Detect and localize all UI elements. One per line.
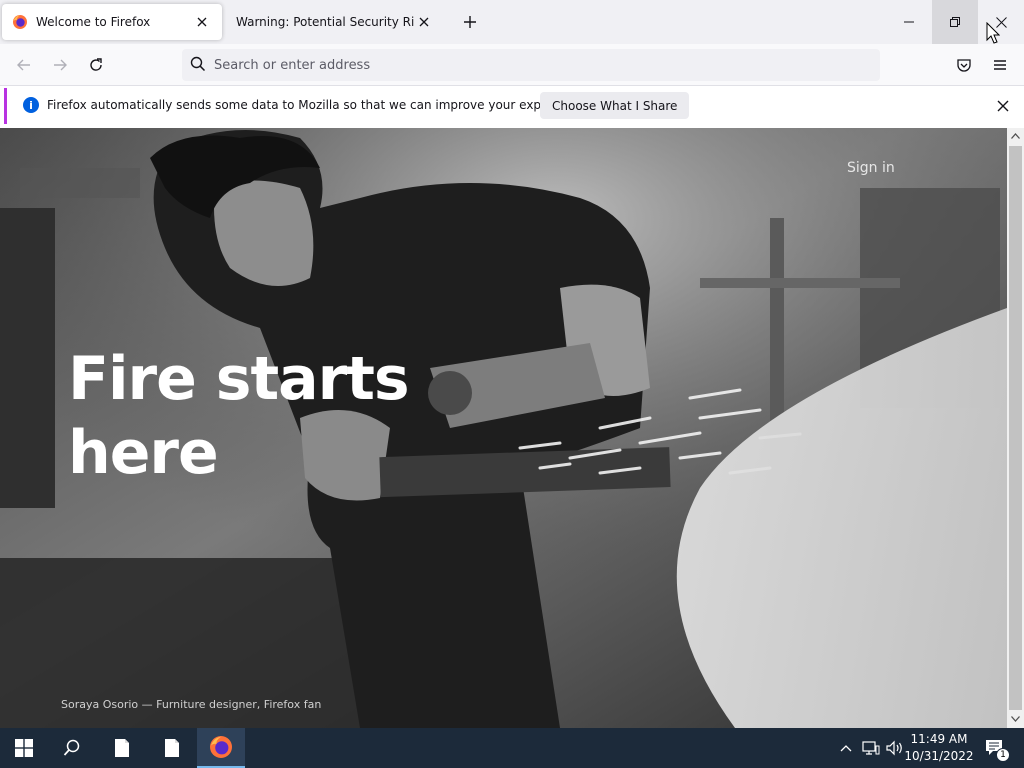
- forward-button[interactable]: [46, 51, 74, 79]
- menu-button[interactable]: [986, 51, 1014, 79]
- search-icon: [63, 739, 80, 756]
- scrollbar-thumb[interactable]: [1009, 146, 1022, 710]
- file-icon: [165, 739, 179, 757]
- clock-date: 10/31/2022: [904, 749, 974, 763]
- network-tray-button[interactable]: [860, 728, 882, 768]
- address-input[interactable]: [214, 57, 854, 73]
- tab-title: Warning: Potential Security Risk Ahead: [236, 15, 414, 29]
- taskbar-file-button[interactable]: [148, 728, 196, 768]
- show-hidden-icons-button[interactable]: [836, 728, 856, 768]
- headline-line-1: Fire starts: [68, 344, 410, 414]
- new-tab-button[interactable]: [458, 10, 482, 34]
- tab-title: Welcome to Firefox: [36, 15, 151, 29]
- scroll-down-arrow-icon[interactable]: [1010, 713, 1021, 725]
- vertical-scrollbar[interactable]: [1007, 128, 1024, 728]
- tab-strip: Welcome to Firefox Warning: Potential Se…: [0, 0, 1024, 44]
- headline-line-2: here: [68, 418, 219, 488]
- action-center-button[interactable]: 1: [980, 728, 1010, 768]
- taskbar-clock[interactable]: 11:49 AM 10/31/2022: [904, 731, 974, 765]
- sign-in-link[interactable]: Sign in: [847, 160, 895, 176]
- scroll-up-arrow-icon[interactable]: [1010, 130, 1021, 142]
- start-button[interactable]: [0, 728, 48, 768]
- page-headline: Fire starts here: [68, 342, 488, 490]
- close-window-button[interactable]: [978, 0, 1024, 44]
- network-icon: [862, 741, 880, 755]
- data-collection-notification: i Firefox automatically sends some data …: [4, 88, 1020, 124]
- choose-what-i-share-button[interactable]: Choose What I Share: [540, 92, 690, 119]
- search-icon: [190, 56, 206, 75]
- taskbar-file-button[interactable]: [98, 728, 146, 768]
- back-button[interactable]: [10, 51, 38, 79]
- windows-logo-icon: [15, 739, 33, 757]
- info-icon: i: [23, 97, 39, 113]
- reload-button[interactable]: [82, 51, 110, 79]
- address-bar[interactable]: [182, 49, 880, 81]
- chevron-up-icon: [840, 745, 852, 752]
- firefox-icon: [12, 14, 28, 30]
- notification-count-badge: 1: [996, 748, 1010, 762]
- close-tab-icon[interactable]: [414, 12, 434, 32]
- tab-security-warning[interactable]: Warning: Potential Security Risk Ahead: [226, 4, 444, 40]
- taskbar-firefox-button[interactable]: [197, 728, 245, 768]
- close-notification-icon[interactable]: [993, 96, 1013, 116]
- navigation-toolbar: [0, 44, 1024, 86]
- volume-tray-button[interactable]: [884, 728, 906, 768]
- welcome-page: Sign in Fire starts here Soraya Osorio —…: [0, 128, 1007, 728]
- photo-caption: Soraya Osorio — Furniture designer, Fire…: [61, 698, 322, 711]
- file-icon: [115, 739, 129, 757]
- clock-time: 11:49 AM: [910, 732, 968, 746]
- speaker-icon: [886, 740, 902, 756]
- tab-welcome[interactable]: Welcome to Firefox: [2, 4, 222, 40]
- pocket-button[interactable]: [950, 51, 978, 79]
- firefox-icon: [210, 736, 232, 758]
- restore-button[interactable]: [932, 0, 978, 44]
- taskbar-search-button[interactable]: [48, 728, 96, 768]
- close-tab-icon[interactable]: [192, 12, 212, 32]
- minimize-button[interactable]: [886, 0, 932, 44]
- notification-text: Firefox automatically sends some data to…: [47, 98, 590, 112]
- windows-taskbar: 11:49 AM 10/31/2022 1: [0, 728, 1024, 768]
